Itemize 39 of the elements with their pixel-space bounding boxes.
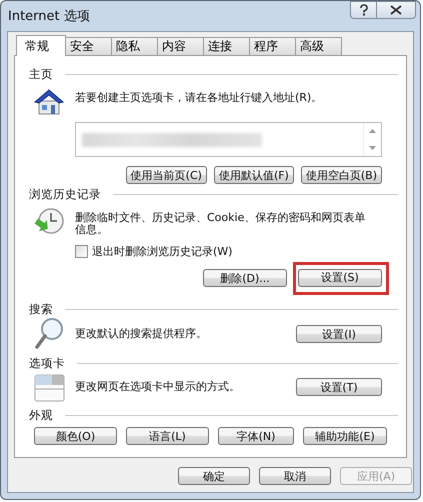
tab-settings-button[interactable]: 设置(T)	[296, 378, 382, 396]
tab[interactable]: 连接	[203, 37, 250, 55]
appearance-button[interactable]: 字体(N)	[218, 427, 294, 445]
appearance-button[interactable]: 颜色(O)	[34, 427, 117, 445]
homepage-button[interactable]: 使用空白页(B)	[300, 166, 382, 184]
section-title: 搜索	[29, 302, 53, 316]
history-button[interactable]: 删除(D)...	[203, 269, 287, 287]
checkbox[interactable]: 退出时删除浏览历史记录(W)	[75, 244, 398, 259]
section-title: 外观	[29, 408, 53, 422]
tab[interactable]: 安全	[65, 37, 112, 55]
checkbox-label: 退出时删除浏览历史记录(W)	[92, 244, 232, 259]
help-icon	[358, 4, 368, 16]
tab[interactable]: 高级	[295, 37, 342, 55]
description-text: 更改默认的搜索提供程序。	[75, 328, 208, 340]
checkbox-box[interactable]	[75, 245, 88, 258]
section-title: 选项卡	[29, 356, 65, 370]
homepage-button[interactable]: 使用默认值(F)	[214, 166, 294, 184]
address-field[interactable]	[75, 122, 382, 157]
section-title: 主页	[29, 66, 53, 82]
homepage-button[interactable]: 使用当前页(C)	[126, 166, 207, 184]
tab[interactable]: 程序	[249, 37, 296, 55]
close-button[interactable]	[376, 1, 416, 19]
tab[interactable]: 常规	[16, 35, 66, 56]
section-title: 浏览历史记录	[29, 186, 101, 202]
close-icon	[390, 5, 402, 15]
magnifier-icon	[33, 317, 65, 351]
tab[interactable]: 内容	[157, 37, 204, 55]
appearance-button[interactable]: 辅助功能(E)	[303, 427, 387, 445]
dialog-button[interactable]: 确定	[178, 467, 250, 485]
description-text: 更改网页在选项卡中显示的方式。	[75, 381, 241, 393]
help-button[interactable]	[350, 1, 376, 19]
dialog-button[interactable]: 取消	[259, 467, 331, 485]
description-text: 删除临时文件、历史记录、Cookie、保存的密码和网页表单信息。	[75, 210, 366, 236]
window-title: Internet 选项	[8, 8, 90, 25]
history-button[interactable]: 设置(S)	[298, 268, 382, 286]
search-settings-button[interactable]: 设置(I)	[296, 325, 382, 343]
tab[interactable]: 隐私	[111, 37, 158, 55]
instruction-text: 若要创建主页选项卡，请在各地址行键入地址(R)。	[75, 90, 322, 104]
appearance-button[interactable]: 语言(L)	[126, 427, 209, 445]
